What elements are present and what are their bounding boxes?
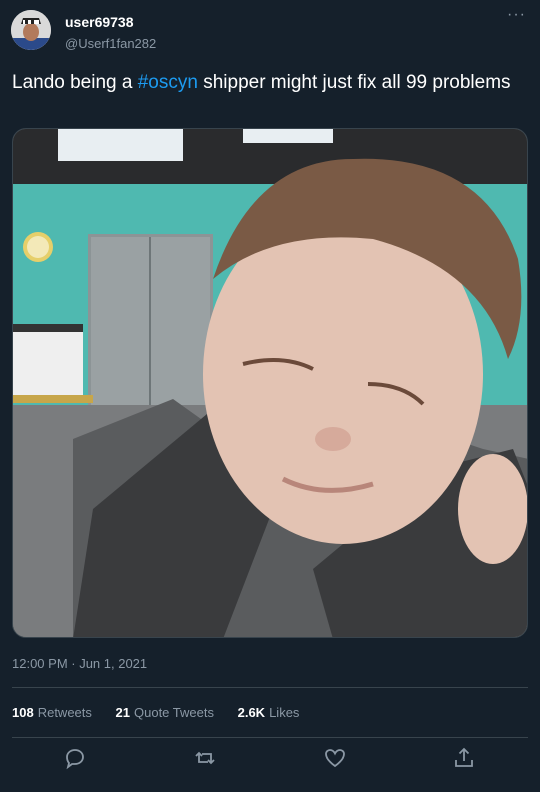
tweet-text: Lando being a #oscyn shipper might just … bbox=[12, 70, 512, 96]
hashtag-link[interactable]: #oscyn bbox=[138, 72, 198, 93]
quote-tweets-label: Quote Tweets bbox=[134, 705, 214, 720]
photo-child-smiling bbox=[13, 129, 527, 637]
tweet-header: user69738 @Userf1fan282 ··· bbox=[0, 0, 540, 62]
quote-tweets-stat[interactable]: 21 Quote Tweets bbox=[116, 705, 214, 720]
retweets-stat[interactable]: 108 Retweets bbox=[12, 705, 92, 720]
like-icon[interactable] bbox=[323, 746, 347, 770]
retweets-label: Retweets bbox=[37, 705, 92, 720]
likes-count: 2.6K bbox=[237, 705, 266, 720]
divider bbox=[12, 687, 528, 688]
tweet-text-before: Lando being a bbox=[12, 72, 138, 93]
share-icon[interactable] bbox=[452, 746, 476, 770]
author-handle[interactable]: @Userf1fan282 bbox=[65, 36, 156, 51]
author-username[interactable]: user69738 bbox=[65, 14, 134, 30]
tweet-stats: 108 Retweets 21 Quote Tweets 2.6K Likes bbox=[12, 705, 319, 720]
quote-tweets-count: 21 bbox=[115, 705, 130, 720]
tweet-photo[interactable] bbox=[12, 128, 528, 638]
retweet-icon[interactable] bbox=[193, 746, 217, 770]
tweet-text-after: shipper might just fix all 99 problems bbox=[197, 72, 511, 93]
tweet-timestamp[interactable]: 12:00 PM · Jun 1, 2021 bbox=[12, 656, 147, 671]
likes-label: Likes bbox=[269, 705, 300, 720]
more-options-icon[interactable]: ··· bbox=[507, 6, 526, 24]
reply-icon[interactable] bbox=[63, 746, 87, 770]
avatar[interactable] bbox=[11, 10, 51, 50]
tweet-actions bbox=[0, 746, 540, 776]
retweets-count: 108 bbox=[12, 705, 34, 720]
likes-stat[interactable]: 2.6K Likes bbox=[238, 705, 300, 720]
divider bbox=[12, 737, 528, 738]
